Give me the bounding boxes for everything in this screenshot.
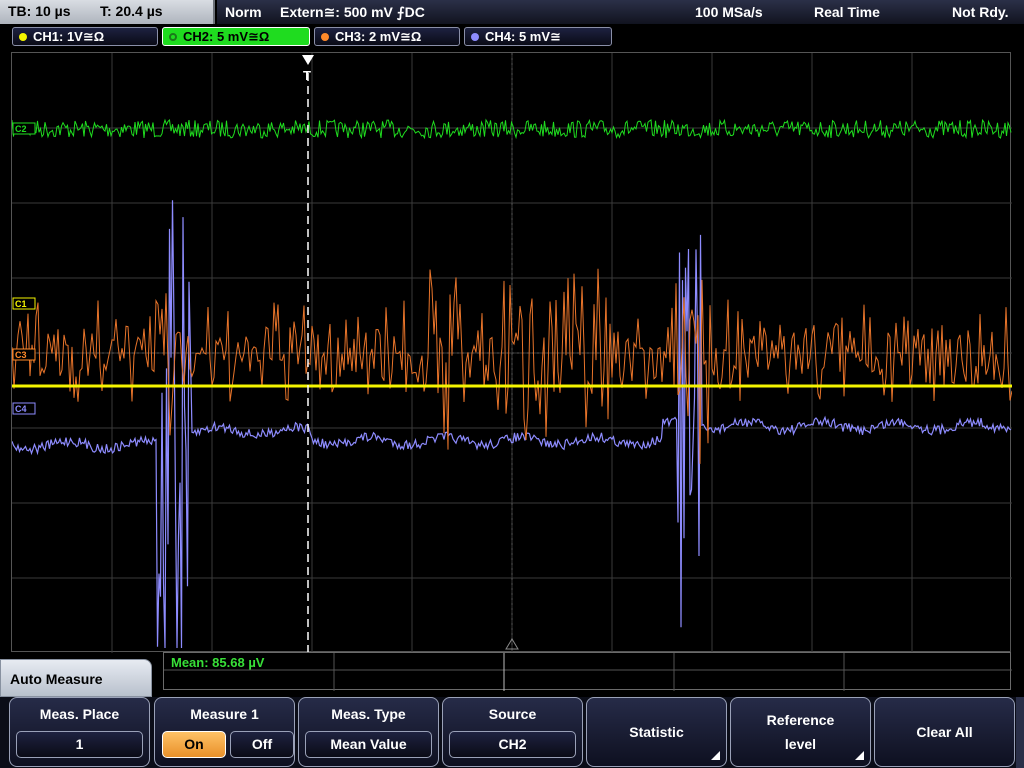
- tab-ch3[interactable]: CH3: 2 mV≅Ω: [314, 27, 460, 46]
- ch1-color-icon: [19, 33, 27, 41]
- tab-ch3-label: CH3: 2 mV≅Ω: [335, 29, 422, 44]
- timebase-panel[interactable]: TB: 10 µs T: 20.4 µs: [0, 0, 215, 24]
- measure-on-toggle[interactable]: On: [162, 731, 226, 758]
- timebase-value: TB: 10 µs: [8, 3, 71, 19]
- meas-type-title: Meas. Type: [331, 706, 406, 722]
- tab-ch4-label: CH4: 5 mV≅: [485, 29, 561, 44]
- menu-scroll-indicator[interactable]: [1016, 697, 1024, 768]
- tab-ch2[interactable]: CH2: 5 mV≅Ω: [162, 27, 310, 46]
- ch1-level-marker[interactable]: C1: [12, 297, 36, 310]
- tab-ch2-label: CH2: 5 mV≅Ω: [183, 29, 270, 44]
- trigger-source: Extern≅: 500 mV ⨍DC: [280, 4, 425, 20]
- measure-softkey[interactable]: Measure 1 On Off: [154, 697, 295, 767]
- ch1-marker-label: C1: [15, 299, 27, 309]
- reference-label-line1: Reference: [766, 712, 835, 728]
- statistic-label: Statistic: [629, 724, 684, 740]
- acquisition-panel: Norm Extern≅: 500 mV ⨍DC 100 MSa/s Real …: [217, 0, 1024, 24]
- trigger-mode: Norm: [225, 4, 262, 20]
- tab-ch1[interactable]: CH1: 1V≅Ω: [12, 27, 158, 46]
- meas-place-softkey[interactable]: Meas. Place 1: [9, 697, 150, 767]
- measurement-grid: [164, 653, 1012, 691]
- clear-all-label: Clear All: [916, 724, 973, 740]
- ch2-marker-label: C2: [15, 124, 27, 134]
- menu-title: Auto Measure: [0, 659, 152, 697]
- statistic-softkey[interactable]: Statistic: [586, 697, 727, 767]
- tab-ch4[interactable]: CH4: 5 mV≅: [464, 27, 612, 46]
- trigger-marker-label: T: [303, 68, 311, 83]
- waveform-canvas: T C2 C1 C3 C4: [12, 53, 1012, 653]
- softkey-bar: Meas. Place 1 Measure 1 On Off Meas. Typ…: [0, 697, 1024, 768]
- status-bar: TB: 10 µs T: 20.4 µs Norm Extern≅: 500 m…: [0, 0, 1024, 24]
- measurement-panel: Mean: 85.68 µV: [163, 652, 1012, 691]
- ch3-color-icon: [321, 33, 329, 41]
- ch4-color-icon: [471, 33, 479, 41]
- sample-rate: 100 MSa/s: [695, 4, 763, 20]
- acquisition-state: Not Rdy.: [952, 4, 1009, 20]
- trigger-time-value: T: 20.4 µs: [100, 3, 163, 19]
- waveform-display[interactable]: T C2 C1 C3 C4: [11, 52, 1012, 653]
- measure-title: Measure 1: [190, 706, 259, 722]
- submenu-arrow-icon: [855, 751, 864, 760]
- meas-type-softkey[interactable]: Meas. Type Mean Value: [298, 697, 439, 767]
- ch3-level-marker[interactable]: C3: [12, 348, 36, 361]
- meas-type-value[interactable]: Mean Value: [305, 731, 432, 758]
- ch2-level-marker[interactable]: C2: [12, 122, 36, 135]
- reference-label-line2: level: [784, 736, 817, 752]
- ch3-marker-label: C3: [15, 350, 27, 360]
- source-title: Source: [488, 706, 537, 722]
- submenu-arrow-icon: [711, 751, 720, 760]
- source-softkey[interactable]: Source CH2: [442, 697, 583, 767]
- clear-all-softkey[interactable]: Clear All: [874, 697, 1015, 767]
- meas-place-value[interactable]: 1: [16, 731, 143, 758]
- ch4-level-marker[interactable]: C4: [12, 402, 36, 415]
- meas-place-title: Meas. Place: [39, 706, 120, 722]
- measurement-readout: Mean: 85.68 µV: [171, 655, 265, 670]
- source-value[interactable]: CH2: [449, 731, 576, 758]
- ch4-marker-label: C4: [15, 404, 27, 414]
- acquisition-mode: Real Time: [814, 4, 880, 20]
- measure-off-toggle[interactable]: Off: [230, 731, 294, 758]
- tab-ch1-label: CH1: 1V≅Ω: [33, 29, 105, 44]
- menu-title-label: Auto Measure: [10, 671, 103, 687]
- channel-tabs: CH1: 1V≅Ω CH2: 5 mV≅Ω CH3: 2 mV≅Ω CH4: 5…: [0, 24, 1024, 48]
- reference-level-softkey[interactable]: Reference level: [730, 697, 871, 767]
- ch2-color-icon: [169, 33, 177, 41]
